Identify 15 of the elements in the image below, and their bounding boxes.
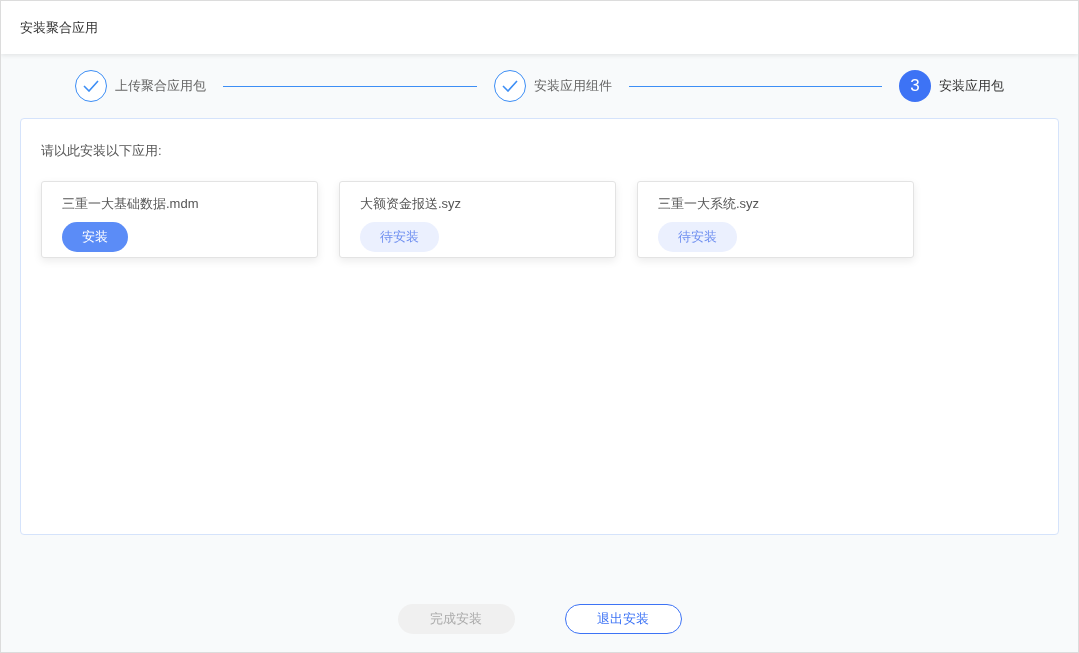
install-button[interactable]: 安装: [62, 222, 128, 252]
app-name: 大额资金报送.syz: [360, 194, 463, 213]
step-number: 3: [899, 70, 931, 102]
pending-button[interactable]: 待安装: [658, 222, 737, 252]
checkmark-icon: [83, 80, 99, 92]
step-label: 上传聚合应用包: [115, 77, 206, 96]
app-name: 三重一大系统.syz: [658, 194, 761, 213]
step-label: 安装应用包: [939, 77, 1004, 96]
pending-button[interactable]: 待安装: [360, 222, 439, 252]
instruction-text: 请以此安装以下应用:: [41, 142, 163, 160]
app-name: 三重一大基础数据.mdm: [62, 194, 200, 213]
checkmark-icon: [501, 80, 518, 92]
step-label: 安装应用组件: [533, 77, 612, 96]
exit-button[interactable]: 退出安装: [564, 604, 682, 634]
window-title: 安装聚合应用: [20, 18, 98, 37]
